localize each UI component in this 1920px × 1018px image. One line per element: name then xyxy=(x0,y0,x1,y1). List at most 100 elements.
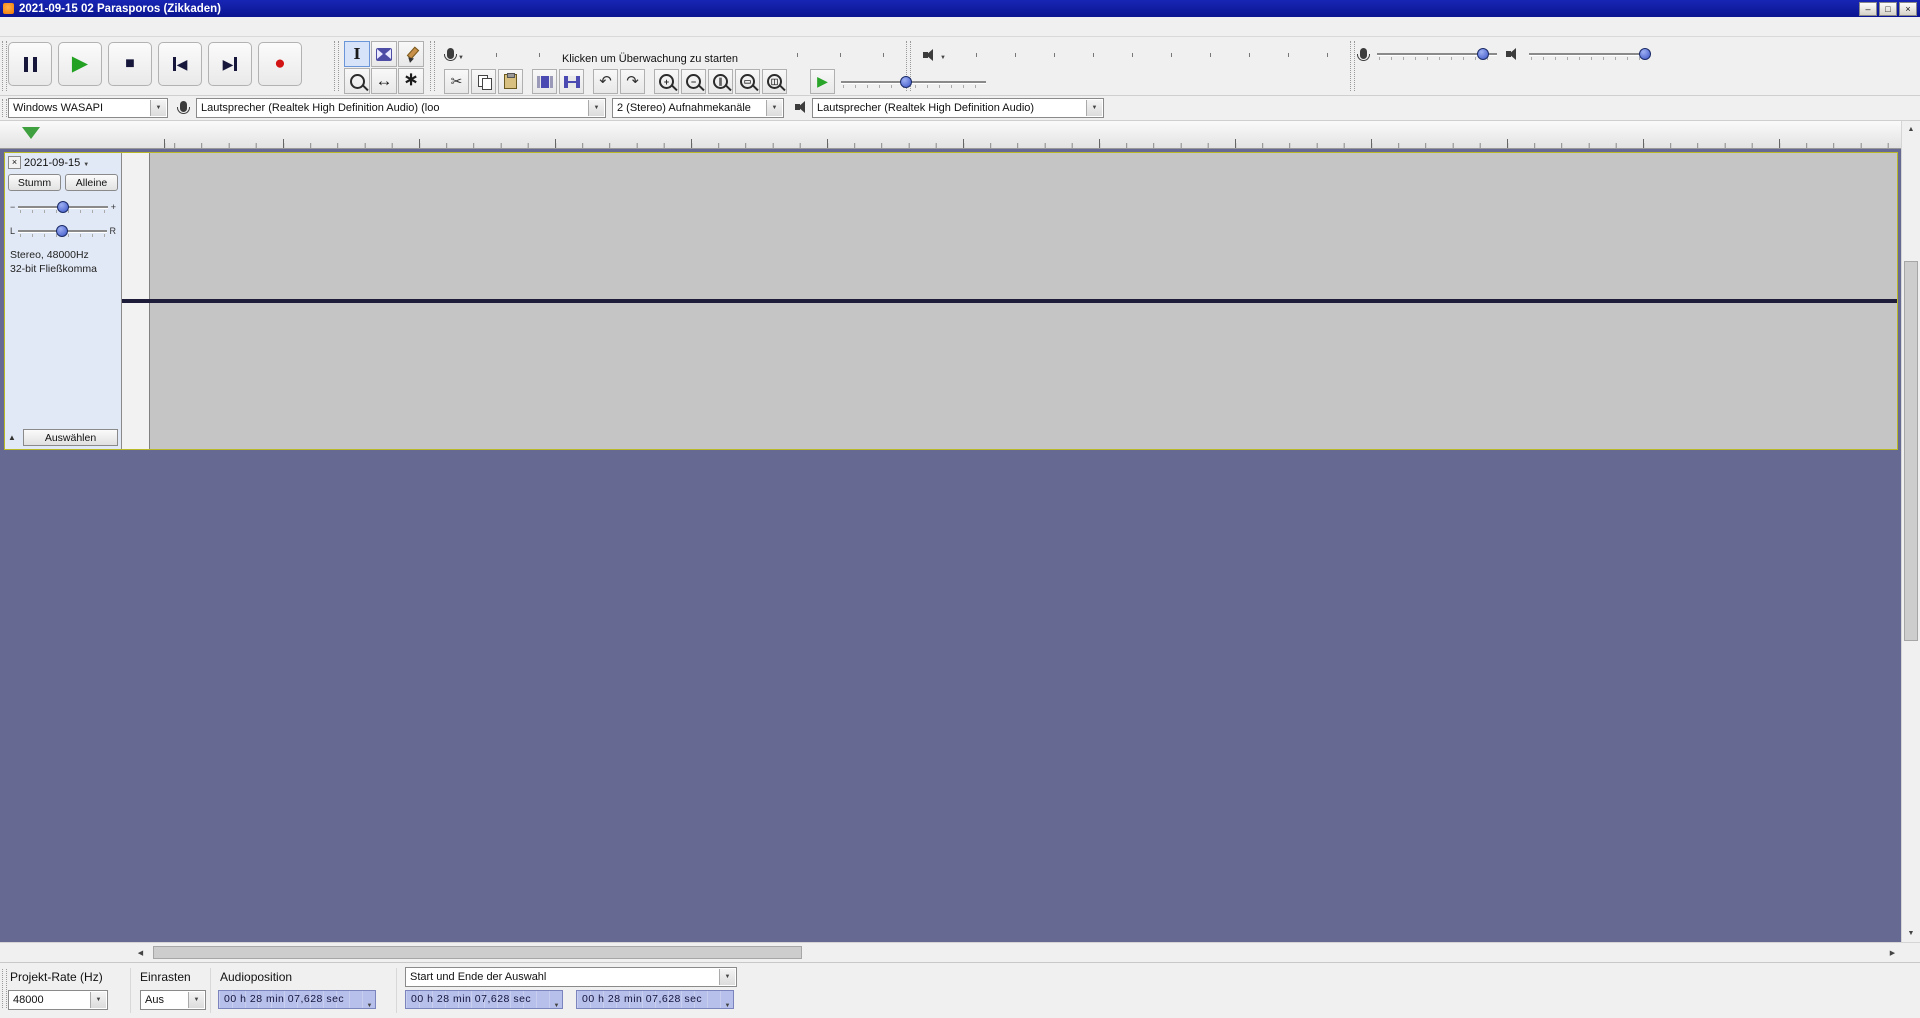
skip-to-end-button[interactable] xyxy=(208,42,252,86)
chevron-down-icon[interactable] xyxy=(725,996,731,1009)
track-close-button[interactable] xyxy=(8,156,21,169)
envelope-tool-button[interactable] xyxy=(371,41,397,67)
chevron-down-icon[interactable] xyxy=(1086,100,1102,116)
timeline-ruler[interactable] xyxy=(0,121,1901,149)
draw-tool-button[interactable] xyxy=(398,41,424,67)
selection-end-display[interactable]: 00 h 28 min 07,628 sec xyxy=(576,990,734,1009)
chevron-down-icon[interactable] xyxy=(458,46,464,64)
zoom-project-button[interactable] xyxy=(735,69,760,94)
chevron-down-icon[interactable] xyxy=(554,996,560,1009)
chevron-down-icon[interactable] xyxy=(150,100,166,116)
recording-channels-value: 2 (Stereo) Aufnahmekanäle xyxy=(613,99,783,117)
skip-to-start-button[interactable] xyxy=(158,42,202,86)
timeline-pin-icon[interactable] xyxy=(22,127,40,139)
track-name[interactable]: 2021-09-15 xyxy=(24,157,80,169)
mute-button[interactable]: Stumm xyxy=(8,174,61,191)
vertical-ruler[interactable] xyxy=(122,153,150,299)
selection-mode-select[interactable]: Start und Ende der Auswahl xyxy=(405,967,737,987)
chevron-down-icon[interactable] xyxy=(188,992,204,1008)
zoom-toggle-button[interactable] xyxy=(762,69,787,94)
selection-start-display[interactable]: 00 h 28 min 07,628 sec xyxy=(405,990,563,1009)
zoom-tool-button[interactable] xyxy=(344,68,370,94)
snap-select[interactable]: Aus xyxy=(140,990,206,1010)
pause-button[interactable] xyxy=(8,42,52,86)
toolbar-grip[interactable] xyxy=(2,969,7,1008)
monitoring-hint[interactable]: Klicken um Überwachung zu starten xyxy=(559,53,787,65)
playback-volume-slider[interactable] xyxy=(1529,46,1649,62)
recording-volume-slider[interactable] xyxy=(1377,46,1497,62)
audio-host-select[interactable]: Windows WASAPI xyxy=(8,98,168,118)
titlebar: 2021-09-15 02 Parasporos (Zikkaden) – □ … xyxy=(0,0,1920,17)
multi-tool-button[interactable] xyxy=(398,68,424,94)
record-button[interactable] xyxy=(258,42,302,86)
redo-button[interactable] xyxy=(620,69,645,94)
chevron-down-icon[interactable] xyxy=(367,996,373,1009)
selection-end-value: 00 h 28 min 07,628 sec xyxy=(582,993,702,1005)
vertical-ruler[interactable] xyxy=(122,303,150,449)
undo-icon xyxy=(599,73,612,91)
stop-button[interactable] xyxy=(108,42,152,86)
undo-button[interactable] xyxy=(593,69,618,94)
zoom-in-button[interactable] xyxy=(654,69,679,94)
playback-meter[interactable] xyxy=(920,42,1347,67)
playback-device-select[interactable]: Lautsprecher (Realtek High Definition Au… xyxy=(196,98,606,118)
trim-outside-selection-button[interactable] xyxy=(532,69,557,94)
selection-tool-button[interactable] xyxy=(344,41,370,67)
play-button[interactable] xyxy=(58,42,102,86)
meter-ticks xyxy=(957,53,1347,57)
vertical-scrollbar[interactable] xyxy=(1901,121,1920,942)
scroll-left-arrow[interactable] xyxy=(132,944,149,961)
toolbar-grip[interactable] xyxy=(1350,41,1355,91)
time-shift-tool-button[interactable] xyxy=(371,68,397,94)
toolbar-grip[interactable] xyxy=(2,41,7,91)
cut-button[interactable] xyxy=(444,69,469,94)
horizontal-scrollbar-thumb[interactable] xyxy=(153,946,802,959)
vertical-scrollbar-thumb[interactable] xyxy=(1904,261,1918,641)
recording-device-select[interactable]: Lautsprecher (Realtek High Definition Au… xyxy=(812,98,1104,118)
chevron-down-icon[interactable] xyxy=(940,46,946,64)
horizontal-scrollbar[interactable] xyxy=(0,942,1920,961)
gain-slider[interactable] xyxy=(18,199,107,215)
slider-thumb[interactable] xyxy=(57,201,69,213)
speaker-icon xyxy=(1506,48,1520,60)
zoom-selection-button[interactable] xyxy=(708,69,733,94)
select-track-button[interactable]: Auswählen xyxy=(23,429,118,446)
track-menu-chevron-down-icon[interactable] xyxy=(83,157,89,169)
waveform-left[interactable] xyxy=(150,153,1897,299)
toolbar-grip[interactable] xyxy=(430,41,435,91)
playback-speed-slider[interactable] xyxy=(841,74,986,90)
waveform-right[interactable] xyxy=(150,303,1897,449)
slider-thumb[interactable] xyxy=(1477,48,1489,60)
solo-button[interactable]: Alleine xyxy=(65,174,118,191)
scroll-up-arrow[interactable] xyxy=(1902,121,1920,138)
scroll-down-arrow[interactable] xyxy=(1902,925,1920,942)
chevron-down-icon[interactable] xyxy=(90,992,106,1008)
minimize-button[interactable]: – xyxy=(1859,2,1877,16)
copy-button[interactable] xyxy=(471,69,496,94)
toolbar-grip[interactable] xyxy=(334,41,339,91)
chevron-down-icon[interactable] xyxy=(588,100,604,116)
recording-channels-select[interactable]: 2 (Stereo) Aufnahmekanäle xyxy=(612,98,784,118)
zoom-selection-icon xyxy=(713,74,728,89)
edit-toolbar xyxy=(444,69,787,94)
project-rate-select[interactable]: 48000 xyxy=(8,990,108,1010)
audio-position-display[interactable]: 00 h 28 min 07,628 sec xyxy=(218,990,376,1009)
slider-thumb[interactable] xyxy=(1639,48,1651,60)
collapse-track-icon[interactable] xyxy=(8,433,20,442)
chevron-down-icon[interactable] xyxy=(766,100,782,116)
time-shift-icon xyxy=(376,72,393,91)
play-at-speed-toolbar xyxy=(810,69,986,94)
zoom-out-button[interactable] xyxy=(681,69,706,94)
scroll-right-arrow[interactable] xyxy=(1884,944,1901,961)
maximize-button[interactable]: □ xyxy=(1879,2,1897,16)
paste-button[interactable] xyxy=(498,69,523,94)
slider-thumb[interactable] xyxy=(900,76,912,88)
play-at-speed-button[interactable] xyxy=(810,69,835,94)
pan-slider[interactable] xyxy=(18,223,106,239)
silence-icon xyxy=(564,76,580,88)
silence-selection-button[interactable] xyxy=(559,69,584,94)
chevron-down-icon[interactable] xyxy=(719,969,735,985)
close-button[interactable]: × xyxy=(1899,2,1917,16)
recording-meter[interactable]: Klicken um Überwachung zu starten xyxy=(445,42,905,67)
toolbar-grip[interactable] xyxy=(2,99,7,117)
